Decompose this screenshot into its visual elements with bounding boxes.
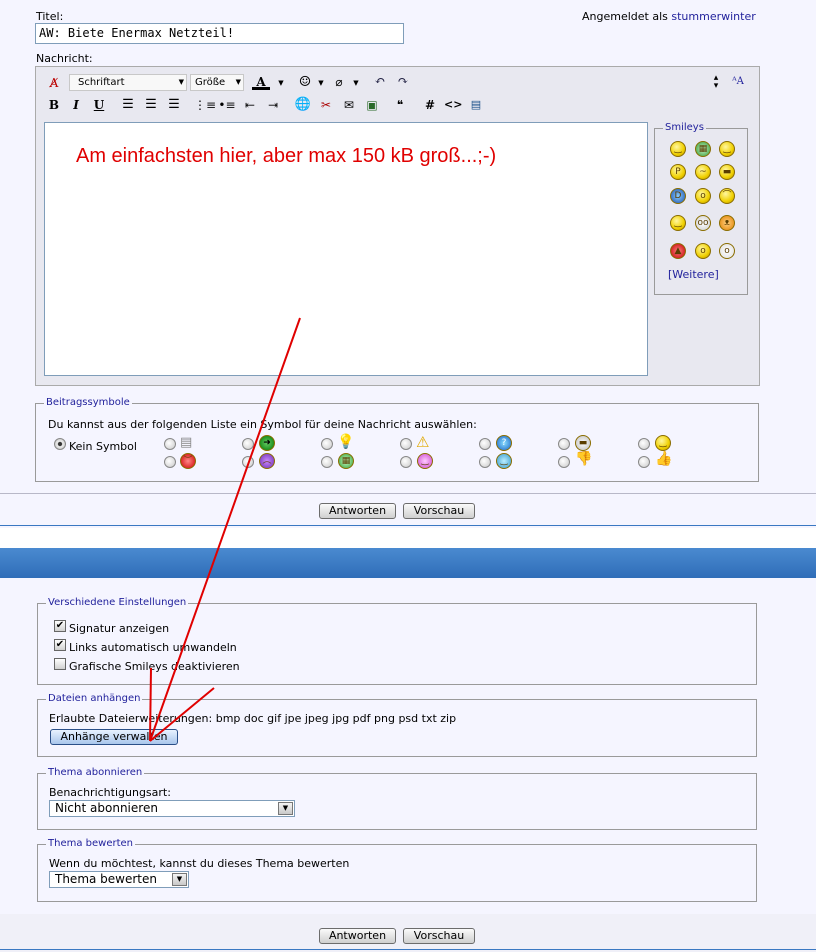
annotation-arrow-shaft [149,317,301,742]
annotation-arrow-head-left [149,667,152,742]
annotation-arrows [149,317,301,742]
